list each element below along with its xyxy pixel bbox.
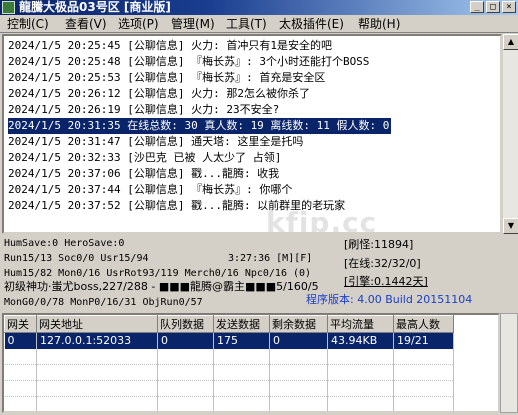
col-queue-data[interactable]: 队列数据 — [157, 315, 214, 333]
empty-row — [4, 348, 454, 365]
version-label: 程序版本: 4.00 Build 20151104 — [306, 293, 473, 306]
app-icon — [2, 1, 15, 14]
engine-stat: [引擎:0.1442天] — [344, 275, 428, 288]
log-line[interactable]: 2024/1/5 20:25:48 [公聊信息] 『梅长苏』: 3个小时还能打个… — [8, 54, 369, 70]
log-line[interactable]: 2024/1/5 20:37:44 [公聊信息] 『梅长苏』: 你哪个 — [8, 182, 292, 198]
hum-stat: Hum15/82 Mon0/16 UsrRot93/119 Merch0/16 … — [4, 268, 312, 279]
boss-stat: 初级神功·蚩尤boss,227/288 - ■■■龍腾@霸主■■■5/160/5 — [4, 280, 319, 293]
menu-tools[interactable]: 工具(T) — [223, 15, 270, 33]
menu-options[interactable]: 选项(P) — [115, 15, 162, 33]
cell-address: 127.0.0.1:52033 — [36, 332, 158, 349]
log-line[interactable]: 2024/1/5 20:37:06 [公聊信息] 戳...龍腾: 收我 — [8, 166, 279, 182]
empty-row — [4, 364, 454, 381]
log-line[interactable]: 2024/1/5 20:26:19 [公聊信息] 火力: 23不安全? — [8, 102, 279, 118]
cell-max-users: 19/21 — [393, 332, 454, 349]
cell-queue: 0 — [157, 332, 214, 349]
maximize-button[interactable]: □ — [486, 1, 500, 13]
window-title: 龍騰大极品03号区 [商业版] — [19, 0, 171, 14]
log-scrollbar[interactable]: ▲ ▼ — [502, 34, 518, 234]
online-stat: [在线:32/32/0] — [344, 257, 421, 270]
run-stat: Run15/13 Soc0/0 Usr15/94 — [4, 253, 149, 264]
clock-stat: 3:27:36 [M][F] — [228, 253, 313, 264]
scroll-down-icon[interactable]: ▼ — [503, 218, 518, 234]
server-stats: HumSave:0 HeroSave:0 Run15/13 Soc0/0 Usr… — [0, 235, 518, 313]
log-line-selected[interactable]: 2024/1/5 20:31:35 在线总数: 30 真人数: 19 离线数: … — [8, 118, 392, 134]
col-send-data[interactable]: 发送数据 — [213, 315, 270, 333]
cell-gateway: 0 — [4, 332, 37, 349]
log-line[interactable]: 2024/1/5 20:25:53 [公聊信息] 『梅长苏』: 首充是安全区 — [8, 70, 325, 86]
menu-control[interactable]: 控制(C) — [4, 15, 52, 33]
refresh-monster-stat: [刷怪:11894] — [344, 238, 414, 251]
menu-bar: 控制(C) 查看(V) 选项(P) 管理(M) 工具(T) 太极插件(E) 帮助… — [0, 15, 518, 33]
menu-manage[interactable]: 管理(M) — [168, 15, 218, 33]
col-max-users[interactable]: 最高人数 — [393, 315, 454, 333]
watermark: kfip.cc — [266, 206, 378, 234]
col-remaining-data[interactable]: 剩余数据 — [269, 315, 328, 333]
col-gateway[interactable]: 网关 — [4, 315, 37, 333]
window-controls: _ □ × — [468, 1, 516, 14]
log-line[interactable]: 2024/1/5 20:26:12 [公聊信息] 火力: 那2怎么被你杀了 — [8, 86, 310, 102]
table-row[interactable]: 0 127.0.0.1:52033 0 175 0 43.94KB 19/21 — [4, 332, 454, 349]
log-line[interactable]: 2024/1/5 20:31:47 [公聊信息] 通天塔: 这里全是托吗 — [8, 134, 303, 150]
close-button[interactable]: × — [502, 1, 516, 13]
cell-send: 175 — [213, 332, 270, 349]
title-bar: 龍騰大极品03号区 [商业版] _ □ × — [0, 0, 518, 15]
table-scrollbar[interactable] — [500, 313, 518, 413]
mon-stat: MonG0/0/78 MonP0/16/31 ObjRun0/57 — [4, 297, 203, 308]
hum-save-stat: HumSave:0 HeroSave:0 — [4, 238, 125, 249]
log-line[interactable]: 2024/1/5 20:25:45 [公聊信息] 火力: 首冲只有1是安全的吧 — [8, 38, 332, 54]
col-gateway-address[interactable]: 网关地址 — [36, 315, 158, 333]
menu-view[interactable]: 查看(V) — [62, 15, 110, 33]
empty-row — [4, 396, 454, 411]
gateway-table[interactable]: 网关 网关地址 队列数据 发送数据 剩余数据 平均流量 最高人数 0 127.0… — [2, 313, 500, 413]
col-avg-traffic[interactable]: 平均流量 — [327, 315, 394, 333]
menu-taiji-plugin[interactable]: 太极插件(E) — [276, 15, 347, 33]
log-line[interactable]: 2024/1/5 20:32:33 [沙巴克 已被 人太少了 占领] — [8, 150, 281, 166]
scroll-up-icon[interactable]: ▲ — [503, 34, 518, 50]
cell-remaining: 0 — [269, 332, 328, 349]
log-panel[interactable]: 2024/1/5 20:25:45 [公聊信息] 火力: 首冲只有1是安全的吧 … — [2, 34, 502, 234]
menu-help[interactable]: 帮助(H) — [355, 15, 403, 33]
cell-avg-traffic: 43.94KB — [327, 332, 394, 349]
minimize-button[interactable]: _ — [470, 1, 484, 13]
empty-row — [4, 380, 454, 397]
